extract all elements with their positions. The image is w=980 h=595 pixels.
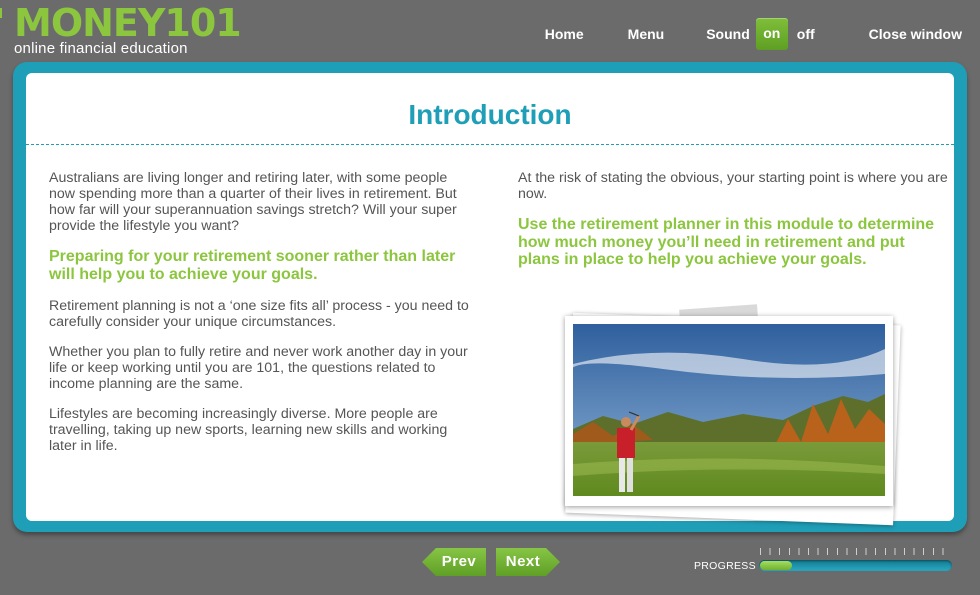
logo-wordmark: MONEY101 [14,1,242,45]
progress-fill [760,561,792,570]
left-column: Australians are living longer and retiri… [49,170,469,468]
progress-ticks [760,548,952,555]
menu-link[interactable]: Menu [628,26,665,42]
home-link[interactable]: Home [545,26,584,42]
lifestyle-paragraph: Lifestyles are becoming increasingly div… [49,406,448,454]
right-highlight: Use the retirement planner in this modul… [518,216,935,268]
content-frame: Introduction Australians are living long… [13,62,967,532]
close-window-link[interactable]: Close window [869,26,962,42]
money101-logo: MONEY101 online financial education [14,1,242,57]
title-divider [26,144,954,145]
golfer-photo [565,304,905,526]
sound-on-button[interactable]: on [755,18,788,50]
golf-course-image [573,324,885,496]
intro-paragraph: Australians are living longer and retiri… [49,170,457,234]
photo-card [565,316,893,506]
progress-label: PROGRESS [694,560,756,572]
prev-button[interactable]: Prev [422,548,486,576]
planning-paragraph: Retirement planning is not a ‘one size f… [49,298,469,330]
top-navigation: Home Menu Sound on off Close window [545,18,962,50]
retire-paragraph: Whether you plan to fully retire and nev… [49,344,468,392]
edge-marker [0,8,2,18]
page-title: Introduction [408,99,572,130]
sound-label: Sound [706,26,750,42]
progress-bar [759,560,952,571]
sound-off-button[interactable]: off [797,26,815,42]
starting-point-paragraph: At the risk of stating the obvious, your… [518,170,948,202]
right-column: At the risk of stating the obvious, your… [518,170,948,284]
left-highlight: Preparing for your retirement sooner rat… [49,248,456,283]
content-panel: Introduction Australians are living long… [26,73,954,526]
next-button[interactable]: Next [496,548,560,576]
